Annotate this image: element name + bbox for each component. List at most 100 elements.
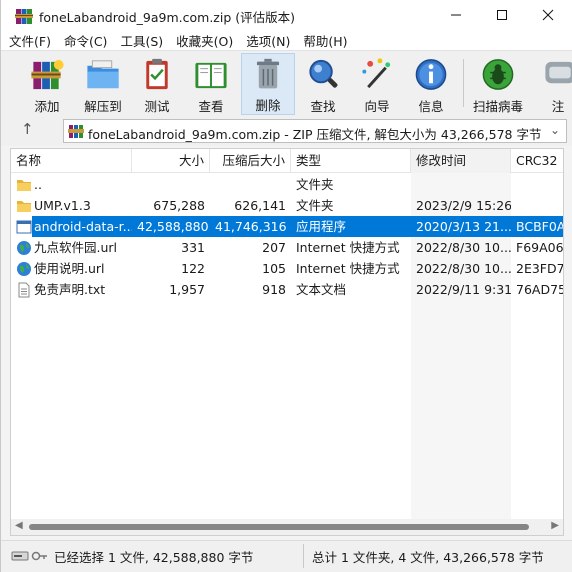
file-crc32: 76AD75 xyxy=(516,282,563,297)
table-row-selected[interactable]: android-data-r... 42,588,880 41,746,316 … xyxy=(11,216,563,237)
table-row[interactable]: .. 文件夹 xyxy=(11,174,563,195)
comment-button[interactable]: 注 xyxy=(533,53,572,115)
view-label: 查看 xyxy=(198,99,224,114)
add-button[interactable]: 添加 xyxy=(25,53,69,115)
extract-to-button[interactable]: 解压到 xyxy=(81,53,125,115)
scroll-right-icon[interactable]: ▶ xyxy=(551,520,559,531)
minimize-button[interactable] xyxy=(433,0,479,30)
file-modified: 2023/2/9 15:26 xyxy=(416,198,511,213)
wizard-label: 向导 xyxy=(364,99,390,114)
file-name: 九点软件园.url xyxy=(34,240,118,255)
table-row[interactable]: 使用说明.url 122 105 Internet 快捷方式 2022/8/30… xyxy=(11,258,563,279)
file-size: 122 xyxy=(181,261,205,276)
toolbar: 添加 解压到 测试 查看 删除 查找 向导 信息 扫描病毒 注 xyxy=(1,50,572,116)
file-type: Internet 快捷方式 xyxy=(296,240,400,255)
address-field[interactable]: foneLabandroid_9a9m.com.zip - ZIP 压缩文件, … xyxy=(63,119,567,143)
test-clipboard-icon xyxy=(146,58,168,90)
maximize-icon xyxy=(497,10,507,20)
winrar-books-icon xyxy=(15,9,33,24)
file-crc32 xyxy=(511,195,563,216)
toolbar-separator xyxy=(463,59,464,107)
menu-help[interactable]: 帮助(H) xyxy=(303,31,347,50)
file-size xyxy=(132,174,210,195)
find-label: 查找 xyxy=(310,99,336,114)
horizontal-scrollbar[interactable]: ◀ ▶ xyxy=(11,519,563,535)
file-type: 应用程序 xyxy=(296,219,347,234)
view-button[interactable]: 查看 xyxy=(189,53,233,115)
chevron-down-icon[interactable]: ⌄ xyxy=(550,123,560,137)
table-row[interactable]: 九点软件园.url 331 207 Internet 快捷方式 2022/8/3… xyxy=(11,237,563,258)
info-label: 信息 xyxy=(418,99,444,114)
file-packed-size xyxy=(210,174,291,195)
delete-label: 删除 xyxy=(255,98,281,113)
magnifier-icon xyxy=(309,59,338,88)
column-header-modified[interactable]: 修改时间 xyxy=(411,149,511,173)
close-button[interactable] xyxy=(525,0,571,30)
file-name: android-data-r... xyxy=(34,219,132,234)
close-icon xyxy=(542,9,554,21)
find-button[interactable]: 查找 xyxy=(301,53,345,115)
test-button[interactable]: 测试 xyxy=(135,53,179,115)
status-bar: 已经选择 1 文件, 42,588,880 字节 总计 1 文件夹, 4 文件,… xyxy=(1,540,572,572)
test-label: 测试 xyxy=(144,99,170,114)
file-crc32: 2E3FD7. xyxy=(516,261,563,276)
total-status: 总计 1 文件夹, 4 文件, 43,266,578 字节 xyxy=(312,550,544,565)
view-book-icon xyxy=(195,62,227,89)
info-button[interactable]: 信息 xyxy=(409,53,453,115)
file-type: Internet 快捷方式 xyxy=(296,261,400,276)
file-size: 675,288 xyxy=(153,198,205,213)
window-title: foneLabandroid_9a9m.com.zip (评估版本) xyxy=(39,10,295,25)
wizard-wand-icon xyxy=(362,58,391,89)
file-modified xyxy=(411,174,511,195)
file-modified: 2020/3/13 21... xyxy=(416,219,511,234)
file-crc32: BCBF0A xyxy=(516,219,563,234)
delete-button[interactable]: 删除 xyxy=(241,53,295,115)
file-packed-size: 41,746,316 xyxy=(215,219,287,234)
wizard-button[interactable]: 向导 xyxy=(355,53,399,115)
file-packed-size: 105 xyxy=(262,261,286,276)
extract-to-label: 解压到 xyxy=(84,99,122,114)
file-modified: 2022/9/11 9:31 xyxy=(416,282,511,297)
file-size: 331 xyxy=(181,240,205,255)
menu-file[interactable]: 文件(F) xyxy=(9,31,51,50)
file-crc32 xyxy=(511,174,563,195)
file-name: UMP.v1.3 xyxy=(34,198,91,213)
scrollbar-thumb[interactable] xyxy=(29,524,529,530)
up-arrow-icon[interactable]: ↑ xyxy=(21,120,34,138)
file-modified: 2022/8/30 10... xyxy=(416,240,511,255)
comment-icon xyxy=(545,61,572,84)
menu-commands[interactable]: 命令(C) xyxy=(64,31,107,50)
column-header-crc32[interactable]: CRC32 xyxy=(511,149,563,173)
menu-tools[interactable]: 工具(S) xyxy=(120,31,163,50)
trash-can-icon xyxy=(256,58,280,89)
menu-bar: 文件(F) 命令(C) 工具(S) 收藏夹(O) 选项(N) 帮助(H) xyxy=(1,30,572,50)
comment-label: 注 xyxy=(551,99,565,114)
menu-favorites[interactable]: 收藏夹(O) xyxy=(176,31,233,50)
add-archive-icon xyxy=(31,59,64,90)
file-packed-size: 207 xyxy=(262,240,286,255)
scroll-left-icon[interactable]: ◀ xyxy=(15,520,23,531)
column-header-packed-size[interactable]: 压缩后大小 xyxy=(210,149,291,173)
title-bar[interactable]: foneLabandroid_9a9m.com.zip (评估版本) xyxy=(1,0,572,30)
file-modified: 2022/8/30 10... xyxy=(416,261,511,276)
menu-options[interactable]: 选项(N) xyxy=(246,31,290,50)
drive-key-icon[interactable] xyxy=(11,550,49,562)
file-name: 使用说明.url xyxy=(34,261,105,276)
minimize-icon xyxy=(451,14,461,16)
address-bar: ↑ foneLabandroid_9a9m.com.zip - ZIP 压缩文件… xyxy=(1,116,572,146)
info-icon xyxy=(415,59,447,90)
file-type: 文件夹 xyxy=(296,177,334,192)
column-header-size[interactable]: 大小 xyxy=(132,149,210,173)
table-row[interactable]: 免责声明.txt 1,957 918 文本文档 2022/9/11 9:31 7… xyxy=(11,279,563,300)
virus-scan-label: 扫描病毒 xyxy=(472,99,523,114)
maximize-button[interactable] xyxy=(479,0,525,30)
column-header-type[interactable]: 类型 xyxy=(291,149,411,173)
winrar-window: foneLabandroid_9a9m.com.zip (评估版本) 文件(F)… xyxy=(0,0,572,572)
table-row[interactable]: UMP.v1.3 675,288 626,141 文件夹 2023/2/9 15… xyxy=(11,195,563,216)
file-list: 名称 大小 压缩后大小 类型 修改时间 CRC32 .. 文件夹 UMP.v1.… xyxy=(10,148,564,536)
virus-scan-button[interactable]: 扫描病毒 xyxy=(471,53,525,115)
column-header-name[interactable]: 名称 xyxy=(11,149,132,173)
address-text: foneLabandroid_9a9m.com.zip - ZIP 压缩文件, … xyxy=(88,127,542,142)
file-type: 文本文档 xyxy=(296,282,347,297)
list-header: 名称 大小 压缩后大小 类型 修改时间 CRC32 xyxy=(11,149,563,173)
